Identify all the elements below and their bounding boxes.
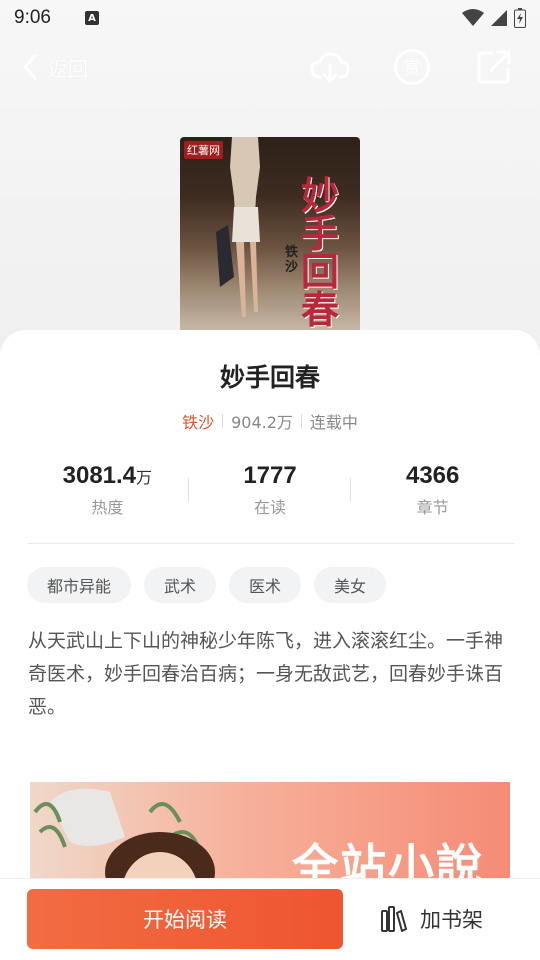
stat-value: 4366 bbox=[405, 462, 460, 489]
status-time: 9:06 bbox=[14, 7, 51, 28]
author-link[interactable]: 铁沙 bbox=[182, 409, 214, 433]
serial-status: 连载中 bbox=[309, 413, 358, 432]
synopsis-text[interactable]: 从天武山上下山的神秘少年陈飞，进入滚滚红尘。一手神奇医术，妙手回春治百病；一身无… bbox=[28, 625, 514, 724]
tag-chip[interactable]: 都市异能 bbox=[27, 567, 132, 603]
cloud-download-icon bbox=[310, 52, 350, 83]
word-count: 904.2万 bbox=[231, 413, 293, 432]
share-button[interactable] bbox=[473, 46, 515, 88]
reward-button[interactable]: 赏 bbox=[391, 46, 433, 88]
book-cover[interactable]: 红薯网 妙手回春 铁沙 bbox=[180, 137, 360, 337]
stat-label: 章节 bbox=[416, 498, 449, 517]
cover-publisher-logo: 红薯网 bbox=[184, 141, 223, 159]
signal-icon bbox=[491, 10, 507, 26]
start-reading-button[interactable]: 开始阅读 bbox=[27, 889, 343, 949]
stat-label: 热度 bbox=[91, 498, 124, 517]
stat-popularity: 3081.4万 热度 bbox=[26, 462, 189, 522]
battery-charging-icon bbox=[514, 8, 526, 28]
cover-author-art: 铁沙 bbox=[285, 245, 299, 275]
wifi-icon bbox=[462, 9, 484, 26]
back-button[interactable]: 返回 bbox=[22, 53, 88, 82]
reward-icon: 赏 bbox=[394, 49, 430, 85]
tag-chip[interactable]: 美女 bbox=[314, 567, 387, 603]
cover-figure-illustration bbox=[216, 137, 260, 317]
stat-label: 在读 bbox=[254, 498, 287, 517]
stats-row: 3081.4万 热度 1777 在读 4366 章节 bbox=[26, 462, 514, 522]
tag-chip[interactable]: 武术 bbox=[144, 567, 217, 603]
back-label: 返回 bbox=[48, 56, 88, 81]
keyboard-indicator-icon: A bbox=[84, 11, 99, 25]
add-to-shelf-label: 加书架 bbox=[420, 908, 483, 932]
section-divider bbox=[28, 543, 514, 544]
svg-text:赏: 赏 bbox=[403, 58, 421, 79]
stat-readers: 1777 在读 bbox=[189, 462, 352, 522]
stat-unit: 万 bbox=[136, 470, 153, 487]
bookshelf-add-icon bbox=[381, 906, 407, 932]
add-to-shelf-button[interactable]: 加书架 bbox=[380, 889, 483, 949]
download-button[interactable] bbox=[309, 46, 351, 88]
tag-list: 都市异能 武术 医术 美女 bbox=[27, 567, 387, 603]
meta-divider bbox=[222, 414, 224, 428]
tag-chip[interactable]: 医术 bbox=[229, 567, 302, 603]
bottom-action-bar: 开始阅读 加书架 bbox=[0, 878, 540, 960]
book-meta: 铁沙 904.2万 连载中 bbox=[0, 409, 540, 433]
share-icon bbox=[477, 50, 511, 84]
nav-bar: 返回 赏 bbox=[0, 40, 540, 94]
book-title: 妙手回春 bbox=[219, 363, 320, 392]
banner-text: 全站小說 bbox=[292, 839, 484, 878]
stat-value: 1777 bbox=[243, 462, 297, 489]
status-icons bbox=[462, 8, 526, 28]
status-bar: 9:06 A bbox=[0, 0, 540, 36]
stat-value: 3081.4万 bbox=[62, 462, 153, 489]
stat-chapters[interactable]: 4366 章节 bbox=[351, 462, 514, 522]
back-arrow-icon bbox=[23, 54, 37, 80]
promo-banner[interactable]: 全站小說 bbox=[30, 782, 510, 878]
meta-divider bbox=[300, 414, 302, 428]
